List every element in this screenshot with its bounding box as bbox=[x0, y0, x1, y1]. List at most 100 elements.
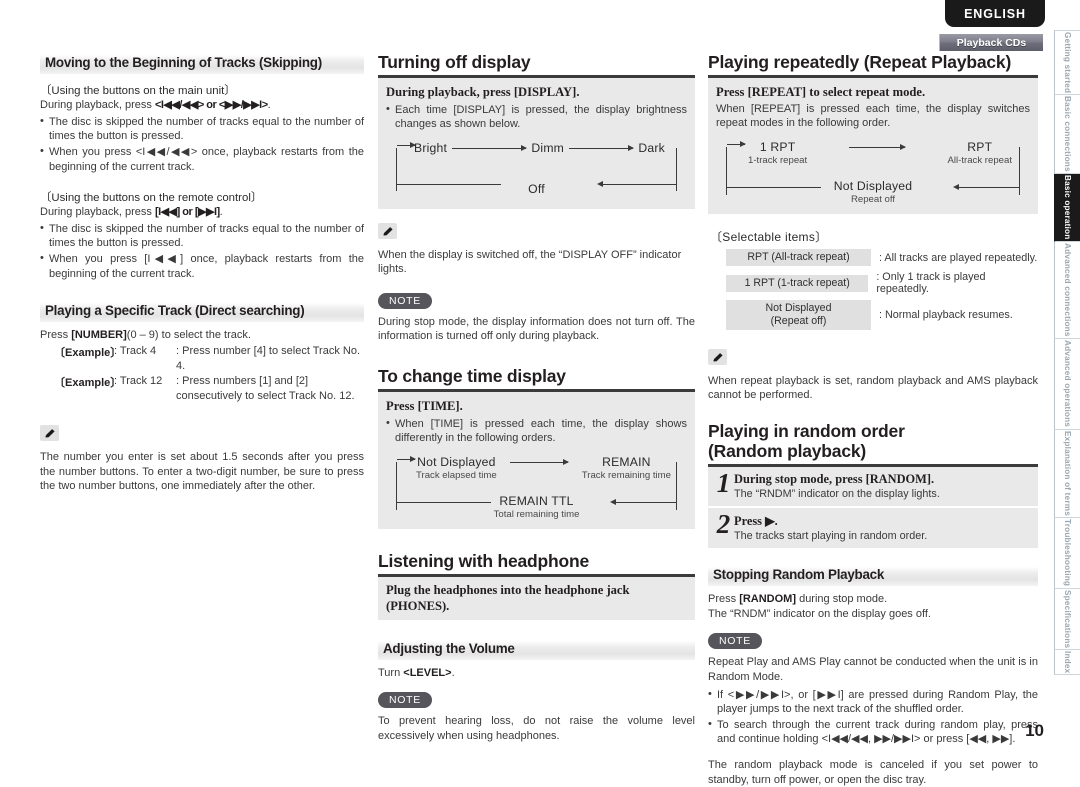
display-bullets: Each time [DISPLAY] is pressed, the disp… bbox=[386, 102, 687, 132]
step-desc: The “RNDM” indicator on the display ligh… bbox=[734, 488, 940, 501]
tab-label: Basic connections bbox=[1063, 96, 1072, 173]
text-prefix: During playback, press bbox=[40, 206, 155, 219]
stopping-random-line-1: Press [RANDOM] during stop mode. bbox=[708, 592, 1038, 607]
column-middle: Turning off display During playback, pre… bbox=[378, 52, 708, 742]
tab-label: Troubleshooting bbox=[1063, 519, 1072, 587]
cycle-node: Off bbox=[528, 182, 545, 196]
table-cell-key: 1 RPT (1-track repeat) bbox=[726, 274, 869, 292]
key-line-2: (Repeat off) bbox=[770, 315, 827, 327]
section-heading-direct-search: Playing a Specific Track (Direct searchi… bbox=[40, 300, 364, 323]
tab-index[interactable]: Index bbox=[1054, 650, 1080, 675]
cycle-node-label: REMAIN TTL bbox=[499, 494, 574, 508]
cycle-node: 1 RPT 1-track repeat bbox=[748, 140, 807, 166]
random-closing: The random playback mode is canceled if … bbox=[708, 759, 1038, 786]
repeat-panel: Press [REPEAT] to select repeat mode. Wh… bbox=[708, 77, 1038, 214]
text-suffix: . bbox=[219, 206, 223, 219]
cycle-node-label: Bright bbox=[414, 141, 448, 155]
column-left: Moving to the Beginning of Tracks (Skipp… bbox=[40, 52, 378, 712]
step-row: 1 During stop mode, press [RANDOM]. The … bbox=[708, 467, 1038, 509]
skipping-remote-instruction: During playback, press [I◀◀] or [▶▶I]. bbox=[40, 205, 364, 220]
headphone-panel: Plug the headphones into the headphone j… bbox=[378, 576, 695, 620]
cycle-node-label: Dimm bbox=[531, 141, 565, 155]
tab-explanation-of-terms[interactable]: Explanation of terms bbox=[1054, 429, 1080, 519]
section-heading-skipping: Moving to the Beginning of Tracks (Skipp… bbox=[40, 52, 364, 74]
selectable-items-title: 〔Selectable items〕 bbox=[710, 230, 828, 244]
list-item: When you press [I◀◀] once, playback rest… bbox=[40, 251, 364, 281]
table-row: 1 RPT (1-track repeat) : Only 1 track is… bbox=[708, 271, 1038, 295]
list-item: The disc is skipped the number of tracks… bbox=[40, 221, 364, 251]
tab-label: Getting started bbox=[1063, 31, 1072, 94]
step-desc: The tracks start playing in random order… bbox=[734, 530, 928, 543]
tab-basic-connections[interactable]: Basic connections bbox=[1054, 95, 1080, 175]
section-heading-time-display: To change time display bbox=[378, 366, 695, 392]
tab-label: Advanced operations bbox=[1063, 340, 1072, 428]
text-suffix: to select the track. bbox=[158, 329, 251, 342]
cycle-node: Bright bbox=[414, 141, 447, 155]
note-badge: NOTE bbox=[708, 633, 762, 650]
table-cell-value: : All tracks are played repeatedly. bbox=[879, 251, 1038, 264]
tab-basic-operation[interactable]: Basic operation bbox=[1054, 174, 1080, 242]
key-line-1: 1 RPT (1-track repeat) bbox=[744, 276, 850, 289]
list-item: If <▶▶/▶▶I>, or [▶▶I] are pressed during… bbox=[708, 687, 1038, 717]
cycle-node: Dark bbox=[638, 141, 665, 155]
cycle-node-label: 1 RPT bbox=[759, 140, 796, 154]
table-row: RPT (All-track repeat) : All tracks are … bbox=[708, 249, 1038, 266]
loop-line-bottom-left bbox=[726, 187, 821, 188]
section-heading-headphone: Listening with headphone bbox=[378, 551, 695, 577]
headphone-note: To prevent hearing loss, do not raise th… bbox=[378, 715, 695, 743]
loop-entry-arrow bbox=[727, 141, 746, 147]
tab-troubleshooting[interactable]: Troubleshooting bbox=[1054, 518, 1080, 589]
table-cell-key: Not Displayed (Repeat off) bbox=[726, 300, 871, 330]
text-suffix: during stop mode. bbox=[796, 593, 888, 606]
table-cell-value: : Normal playback resumes. bbox=[879, 309, 1013, 321]
headphone-lead: Plug the headphones into the headphone j… bbox=[386, 582, 630, 613]
section-heading-stopping-random: Stopping Random Playback bbox=[708, 564, 1038, 587]
tab-specifications[interactable]: Specifications bbox=[1054, 588, 1080, 651]
cycle-node: REMAIN TTL Total remaining time bbox=[494, 494, 580, 520]
skipping-main-unit-bullets: The disc is skipped the number of tracks… bbox=[40, 114, 364, 175]
button-keys: <I◀◀/◀◀> or <▶▶/▶▶I> bbox=[154, 99, 268, 111]
cycle-node-label: Not Displayed bbox=[417, 455, 496, 469]
chapter-tab-rail: Getting started Basic connections Basic … bbox=[1054, 30, 1080, 675]
time-display-cycle-diagram: Not Displayed Track elapsed time REMAIN … bbox=[388, 455, 685, 520]
step-number: 2 bbox=[716, 509, 731, 540]
loop-line-bottom-right bbox=[610, 498, 677, 505]
section-heading-repeat: Playing repeatedly (Repeat Playback) bbox=[708, 52, 1038, 78]
column-right: Playing repeatedly (Repeat Playback) Pre… bbox=[708, 52, 1038, 786]
display-tip: When the display is switched off, the “D… bbox=[378, 248, 682, 276]
cycle-node-label: Off bbox=[528, 182, 545, 196]
repeat-cycle-diagram: 1 RPT 1-track repeat RPT All-track repea… bbox=[718, 140, 1028, 205]
tab-advanced-connections[interactable]: Advanced connections bbox=[1054, 241, 1080, 340]
tab-label: Index bbox=[1063, 650, 1072, 674]
repeat-tip: When repeat playback is set, random play… bbox=[708, 374, 1038, 402]
cycle-node-sublabel: 1-track repeat bbox=[748, 155, 808, 166]
tab-label: Advanced connections bbox=[1063, 243, 1072, 337]
section-heading-random: Playing in random order (Random playback… bbox=[708, 421, 1038, 468]
tab-advanced-operations[interactable]: Advanced operations bbox=[1054, 339, 1080, 430]
language-badge: ENGLISH bbox=[945, 0, 1045, 27]
cycle-node-label: RPT bbox=[967, 140, 993, 154]
repeat-body: When [REPEAT] is pressed each time, the … bbox=[716, 102, 1030, 130]
step-title: During stop mode, press [RANDOM]. bbox=[734, 472, 935, 487]
level-knob-key: <LEVEL> bbox=[403, 666, 452, 679]
skipping-main-unit-label: 〔Using the buttons on the main unit〕 bbox=[40, 85, 236, 97]
loop-entry-arrow bbox=[397, 456, 416, 462]
tab-getting-started[interactable]: Getting started bbox=[1054, 30, 1080, 96]
time-bullets: When [TIME] is pressed each time, the di… bbox=[386, 416, 687, 446]
button-keys: [I◀◀] or [▶▶I] bbox=[154, 206, 220, 219]
example-label: 〔Example〕 bbox=[54, 377, 122, 390]
tab-label: Specifications bbox=[1063, 589, 1072, 649]
text-suffix: . bbox=[267, 99, 271, 111]
direct-search-examples: 〔Example〕 : Track 4 : Press number [4] t… bbox=[54, 344, 364, 404]
section-heading-turning-off-display: Turning off display bbox=[378, 52, 695, 78]
repeat-lead: Press [REPEAT] to select repeat mode. bbox=[716, 84, 926, 99]
number-button-key: [NUMBER] bbox=[71, 329, 127, 342]
turning-off-display-panel: During playback, press [DISPLAY]. Each t… bbox=[378, 77, 695, 209]
pencil-icon bbox=[708, 349, 727, 365]
table-cell-key: RPT (All-track repeat) bbox=[726, 249, 871, 266]
loop-line-bottom-left bbox=[396, 502, 491, 503]
key-line-1: RPT (All-track repeat) bbox=[747, 251, 850, 264]
skipping-remote-label: 〔Using the buttons on the remote control… bbox=[40, 192, 263, 205]
table-cell-value: : Only 1 track is played repeatedly. bbox=[876, 271, 986, 295]
time-lead: Press [TIME]. bbox=[386, 398, 463, 413]
